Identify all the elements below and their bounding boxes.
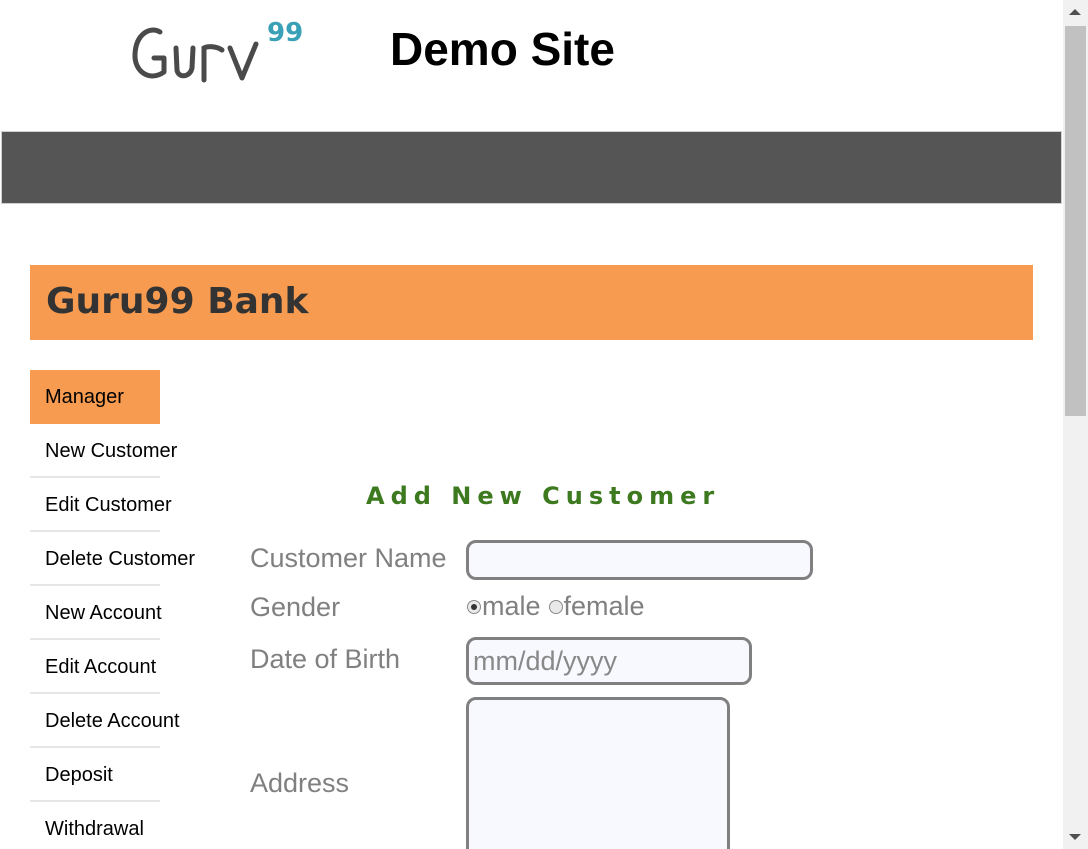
top-navbar	[1, 131, 1062, 204]
bank-header: Guru99 Bank	[30, 265, 1033, 340]
sidebar-item-new-customer[interactable]: New Customer	[30, 424, 230, 478]
gender-label: Gender	[250, 592, 341, 622]
gender-radio-group: male female	[466, 591, 645, 622]
form-heading: Add New Customer	[366, 482, 721, 510]
customer-name-input[interactable]	[466, 540, 813, 580]
sidebar-item-delete-account[interactable]: Delete Account	[30, 694, 230, 748]
gender-female-radio[interactable]	[548, 599, 563, 614]
bank-title: Guru99 Bank	[46, 281, 309, 322]
guru99-logo-graphic: 99	[132, 18, 303, 83]
gender-male-radio[interactable]	[467, 599, 481, 614]
customer-name-label: Customer Name	[250, 543, 447, 573]
address-label: Address	[250, 768, 350, 798]
sidebar-item-edit-account[interactable]: Edit Account	[30, 640, 230, 694]
sidebar-item-manager[interactable]: Manager	[30, 370, 160, 424]
sidebar-item-withdrawal[interactable]: Withdrawal	[30, 802, 230, 849]
scroll-up-icon[interactable]	[1069, 9, 1081, 15]
sidebar-menu: Manager New Customer Edit Customer Delet…	[30, 370, 230, 849]
site-title: Demo Site	[390, 23, 615, 75]
scroll-down-icon[interactable]	[1069, 834, 1081, 840]
sidebar-item-delete-customer[interactable]: Delete Customer	[30, 532, 230, 586]
vertical-scrollbar[interactable]	[1063, 0, 1088, 849]
address-textarea[interactable]	[466, 697, 730, 849]
dob-input[interactable]	[466, 637, 752, 685]
svg-text:99: 99	[267, 18, 303, 48]
gender-male-label: male	[482, 591, 541, 621]
sidebar-item-new-account[interactable]: New Account	[30, 586, 230, 640]
page: 99 Demo Site Guru99 Bank Manager New Cus…	[0, 0, 1063, 849]
sidebar-item-edit-customer[interactable]: Edit Customer	[30, 478, 230, 532]
dob-label: Date of Birth	[250, 644, 401, 674]
guru99-logo[interactable]: 99	[130, 14, 310, 86]
sidebar-item-deposit[interactable]: Deposit	[30, 748, 230, 802]
scrollbar-thumb[interactable]	[1065, 26, 1086, 416]
gender-female-label: female	[563, 591, 645, 621]
